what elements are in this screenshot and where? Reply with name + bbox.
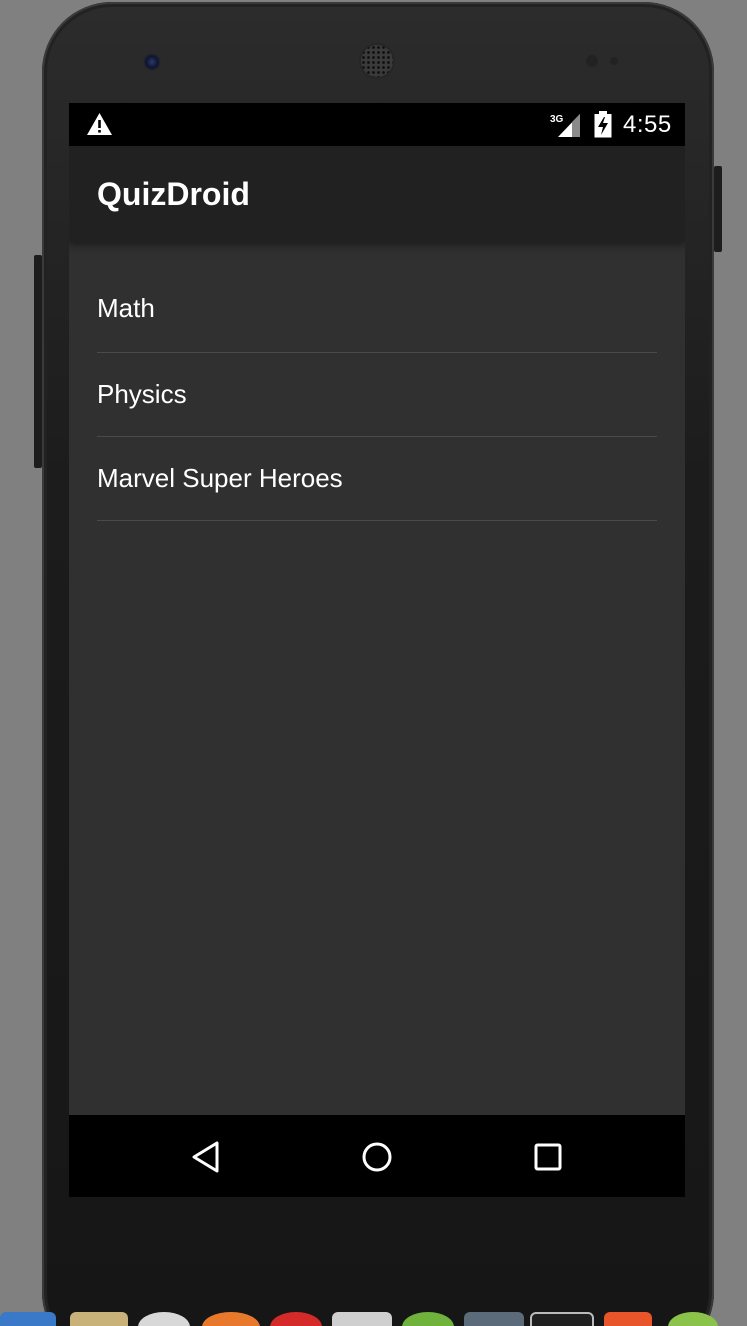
emulator-window: 3G 4:55 QuizDroid Math Physics Marvel Su… <box>0 0 747 1326</box>
status-clock: 4:55 <box>623 111 672 138</box>
back-icon[interactable] <box>186 1139 226 1175</box>
app-title: QuizDroid <box>97 176 250 212</box>
recent-apps-icon[interactable] <box>528 1139 568 1175</box>
topic-item-marvel-super-heroes[interactable]: Marvel Super Heroes <box>97 437 657 521</box>
device-screen: 3G 4:55 QuizDroid Math Physics Marvel Su… <box>69 103 685 1197</box>
app-green-icon[interactable] <box>402 1312 454 1326</box>
topic-item-math[interactable]: Math <box>97 269 657 353</box>
battery-charging-icon <box>594 111 612 138</box>
terminal-icon[interactable] <box>530 1312 594 1326</box>
firefox-icon[interactable] <box>202 1312 260 1326</box>
app-orange-icon[interactable] <box>604 1312 652 1326</box>
topic-list: Math Physics Marvel Super Heroes <box>69 269 685 521</box>
topic-label: Math <box>97 293 155 323</box>
navigation-bar <box>69 1115 685 1197</box>
topic-label: Marvel Super Heroes <box>97 463 343 493</box>
status-bar: 3G 4:55 <box>69 103 685 146</box>
topic-label: Physics <box>97 379 187 409</box>
earpiece-speaker-icon <box>361 45 393 77</box>
front-camera-icon <box>143 53 161 71</box>
safari-icon[interactable] <box>138 1312 190 1326</box>
volume-button[interactable] <box>34 255 42 468</box>
preview-icon[interactable] <box>70 1312 128 1326</box>
power-button[interactable] <box>714 166 722 252</box>
app-red-icon[interactable] <box>270 1312 322 1326</box>
network-type-label: 3G <box>550 114 564 125</box>
app-bar: QuizDroid <box>69 146 685 242</box>
topic-item-physics[interactable]: Physics <box>97 353 657 437</box>
signal-icon: 3G <box>550 114 580 137</box>
app-grey-icon[interactable] <box>464 1312 524 1326</box>
android-studio-icon[interactable] <box>668 1312 718 1326</box>
home-icon[interactable] <box>357 1139 397 1175</box>
light-sensor-icon <box>610 57 618 65</box>
warning-icon <box>87 113 112 135</box>
host-dock <box>0 1306 747 1326</box>
finder-icon[interactable] <box>0 1312 56 1326</box>
keyboard-icon[interactable] <box>332 1312 392 1326</box>
proximity-sensor-icon <box>586 55 598 67</box>
